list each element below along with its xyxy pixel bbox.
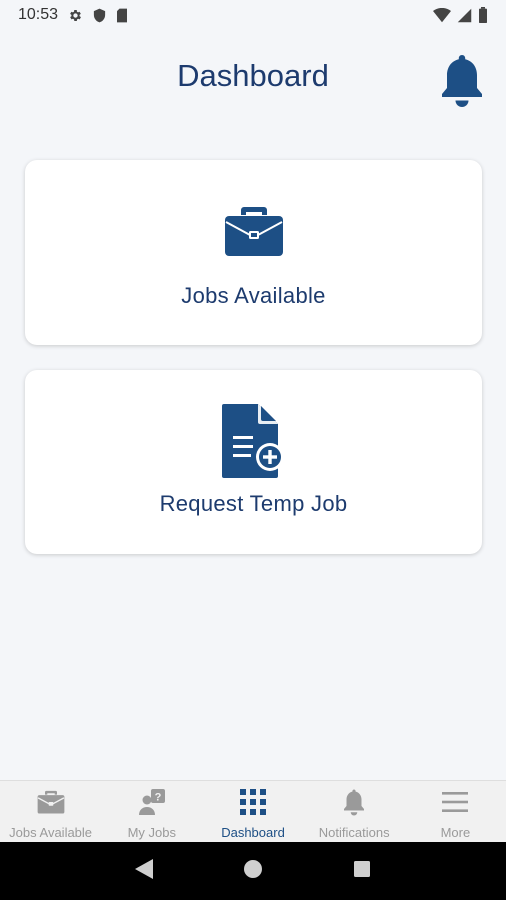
svg-text:?: ?: [154, 791, 161, 803]
status-left: 10:53: [18, 6, 128, 24]
shield-icon: [93, 8, 106, 23]
person-question-icon: ?: [138, 788, 166, 821]
wifi-icon: [433, 7, 451, 23]
status-right: [433, 7, 488, 23]
signal-icon: [457, 8, 472, 23]
menu-icon: [441, 790, 469, 819]
back-icon: [134, 858, 154, 885]
recents-icon: [353, 860, 371, 883]
request-temp-job-label: Request Temp Job: [159, 491, 348, 516]
system-nav-bar: [0, 842, 506, 900]
jobs-available-label: Jobs Available: [181, 283, 326, 308]
briefcase-icon: [224, 205, 284, 262]
nav-label-more: More: [440, 825, 471, 840]
recents-button[interactable]: [342, 851, 382, 891]
battery-icon: [478, 7, 488, 23]
bell-icon: [438, 55, 486, 112]
briefcase-icon: [37, 790, 65, 819]
status-bar: 10:53: [0, 0, 506, 30]
nav-label-dashboard: Dashboard: [221, 825, 285, 840]
bell-icon: [342, 788, 366, 821]
nav-item-jobs-available[interactable]: Jobs Available: [0, 781, 101, 842]
bottom-nav: Jobs Available ? My Jobs Dashboard Notif…: [0, 780, 506, 842]
sd-card-icon: [116, 8, 128, 23]
nav-label-notifications: Notifications: [318, 825, 390, 840]
nav-label-my-jobs: My Jobs: [127, 825, 176, 840]
request-temp-job-card[interactable]: Request Temp Job: [25, 370, 482, 554]
gear-icon: [68, 8, 83, 23]
document-add-icon: [220, 404, 288, 483]
nav-item-my-jobs[interactable]: ? My Jobs: [101, 781, 202, 842]
notifications-bell-button[interactable]: [438, 52, 486, 108]
status-time: 10:53: [18, 6, 59, 23]
jobs-available-card[interactable]: Jobs Available: [25, 160, 482, 345]
page-title: Dashboard: [177, 58, 329, 93]
nav-label-jobs-available: Jobs Available: [9, 825, 93, 840]
header: Dashboard: [0, 30, 506, 126]
back-button[interactable]: [124, 851, 164, 891]
home-icon: [243, 859, 263, 884]
home-button[interactable]: [233, 851, 273, 891]
grid-icon: [239, 788, 267, 821]
nav-item-dashboard[interactable]: Dashboard: [202, 781, 303, 842]
nav-item-notifications[interactable]: Notifications: [304, 781, 405, 842]
nav-item-more[interactable]: More: [405, 781, 506, 842]
